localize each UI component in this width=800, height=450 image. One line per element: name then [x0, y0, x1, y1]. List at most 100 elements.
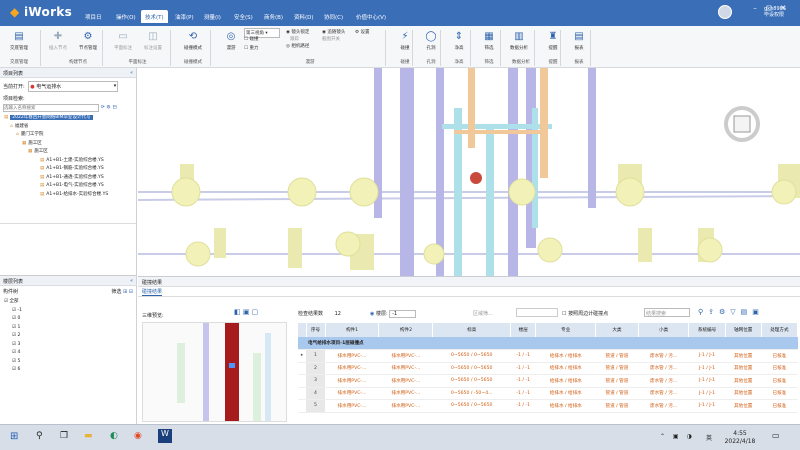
floor-node[interactable]: ☑ -1 [0, 307, 136, 316]
edge-icon[interactable]: ◐ [110, 431, 118, 441]
tree-node[interactable]: ▤ A1+B1-通透-实验综合楼.YS [0, 174, 136, 183]
menu-item-4[interactable]: 测量(I) [200, 10, 225, 23]
clock[interactable]: 4:55 2022/4/18 [720, 430, 760, 446]
ribbon-button-13[interactable]: ▤ 报表 [566, 30, 592, 51]
floor-node[interactable]: ☑ 5 [0, 358, 136, 367]
menu-item-7[interactable]: 资料(D) [290, 10, 318, 23]
tree-node[interactable]: ▤ A1+B1-电气-实验综合楼.YS [0, 182, 136, 191]
floor-node[interactable]: ☑ 1 [0, 324, 136, 333]
settings-button[interactable]: ⚙ 设置 [355, 29, 369, 35]
result-search-input[interactable]: 结果搜索 [644, 308, 690, 317]
column-header[interactable]: 系统编号 [688, 323, 726, 337]
avatar[interactable] [718, 5, 732, 19]
tab-collision-results[interactable]: 碰撞结果 [142, 289, 163, 296]
column-header[interactable]: 轴网位置 [725, 323, 762, 337]
floor-node[interactable]: ☑ 3 [0, 341, 136, 350]
windows-start-icon[interactable]: ⊞ [10, 431, 18, 442]
menu-item-2[interactable]: 技术(T) [141, 10, 168, 23]
menu-item-8[interactable]: 协同(C) [320, 10, 347, 23]
navigation-cube[interactable] [724, 106, 760, 142]
tree-node[interactable]: ▤ A1+B1-土建-实验综合楼.YS [0, 157, 136, 166]
gear-icon[interactable]: ⚙ [106, 105, 110, 111]
maximize-icon[interactable]: ▢ [764, 4, 774, 12]
tree-node[interactable]: ▤ A1+B1-给排水-实验综合楼.YS [0, 191, 136, 200]
folder-icon[interactable]: ▬ [84, 431, 93, 441]
menu-item-9[interactable]: 价值中心(V) [352, 10, 390, 23]
region-select[interactable] [516, 308, 558, 317]
project-search-input[interactable] [3, 104, 99, 112]
expand-icon[interactable]: ⊞ [123, 289, 127, 295]
floor-filter[interactable]: ◉ 楼层: -1 [370, 310, 417, 318]
table-row[interactable]: 3 排水用PVC-... 排水用PVC-... 0~5650 / 0~5650 -1 /… [298, 374, 798, 388]
menu-item-3[interactable]: 油漆(P) [171, 10, 198, 23]
floor-select[interactable]: -1 [389, 310, 417, 318]
tree-node[interactable]: ▤ A1+B1-钢筋-实验综合楼.YS [0, 165, 136, 174]
column-header[interactable]: 小类 [638, 323, 690, 337]
floor-node[interactable]: ☑ 0 [0, 315, 136, 324]
component-tree-tab[interactable]: 构件树 [3, 289, 18, 295]
perimeter-checkbox[interactable]: ☐ 按照周边计碰撞点 [562, 310, 608, 317]
table-row[interactable]: 5 排水用PVC-... 排水用PVC-... 0~5650 / 0~5650 -1 /… [298, 399, 798, 413]
current-open-select[interactable]: ● 电气运排水 ▾ [28, 81, 119, 92]
ribbon-button-2[interactable]: ⚙ 节点管理 [75, 30, 101, 51]
floor-filter-button[interactable]: 筛选 [111, 289, 121, 295]
3d-viewport[interactable] [138, 68, 800, 276]
collision-marker[interactable] [470, 172, 482, 184]
collapse-icon[interactable]: « [130, 70, 133, 76]
column-header[interactable]: 处理方式 [761, 323, 798, 337]
column-header[interactable]: 序号 [306, 323, 326, 337]
tree-node[interactable]: ⌂ 厦门工学院 [0, 131, 136, 140]
refresh-icon[interactable]: ⟳ [101, 105, 105, 111]
tree-node[interactable]: ▦ 施工区 [0, 140, 136, 149]
tray-icons[interactable]: ⌃ ▣ ◑ [660, 433, 695, 440]
ribbon-button-6[interactable]: ◎ 漫游 [218, 30, 244, 51]
ribbon-button-4[interactable]: ◫ 标注设置 [140, 30, 166, 51]
ribbon-button-11[interactable]: ▥ 数据分析 [506, 30, 532, 51]
floor-node[interactable]: ☑ 2 [0, 332, 136, 341]
floor-node[interactable]: ☑ 6 [0, 366, 136, 375]
gravity-checkbox[interactable]: ☐ 重力 [244, 45, 258, 51]
screenshot-toggle[interactable]: 截图开关 [322, 36, 340, 42]
table-row[interactable]: 2 排水用PVC-... 排水用PVC-... 0~5650 / 0~5650 -1 /… [298, 362, 798, 375]
view-mode-icons[interactable]: ◧ ▣ ▢ [234, 308, 258, 316]
column-header[interactable]: 标高 [432, 323, 511, 337]
close-icon[interactable]: ✕ [778, 4, 788, 12]
iworks-taskbar-icon[interactable]: W [158, 429, 172, 443]
task-view-icon[interactable]: ❐ [60, 431, 68, 441]
menu-item-6[interactable]: 商务(B) [260, 10, 287, 23]
column-header[interactable]: 大类 [595, 323, 639, 337]
collision-checkbox[interactable]: ☐ 碰撞 [244, 36, 258, 42]
ribbon-button-9[interactable]: ⇕ 净高 [446, 30, 472, 51]
ribbon-button-12[interactable]: ♜ 提醒 [540, 30, 566, 51]
follow-lens-button[interactable]: ◉ 追随镜头 [322, 29, 345, 35]
column-header[interactable]: 构件2 [378, 323, 434, 337]
minimize-icon[interactable]: – [750, 4, 760, 12]
camera-path-button[interactable]: ◎ 相机路径 [286, 43, 309, 49]
ribbon-button-1[interactable]: ✚ 插入节点 [45, 30, 71, 51]
3d-preview[interactable] [142, 322, 287, 422]
menu-item-0[interactable]: 项目日 [81, 10, 106, 23]
menu-item-1[interactable]: 操作(O) [112, 10, 140, 23]
floor-node[interactable]: ☑ 4 [0, 349, 136, 358]
tree-node[interactable]: ▦ 施工区 [0, 148, 136, 157]
lock-camera-button[interactable]: ◉ 镜头锁定 [286, 29, 309, 35]
tree-node[interactable]: ▤ 2022年春回开会网络BIM毕业设计代写 [0, 114, 136, 123]
collapse-tree-icon[interactable]: ⊟ [129, 289, 133, 295]
column-header[interactable]: 楼层 [510, 323, 537, 337]
ribbon-button-5[interactable]: ⟲ 碰撞模式 [180, 30, 206, 51]
ribbon-button-3[interactable]: ▭ 平面标注 [110, 30, 136, 51]
tree-node[interactable]: ⌂ 福建省 [0, 123, 136, 132]
floor-node[interactable]: ☑ 全部 [0, 298, 136, 307]
search-icon[interactable]: ⚲ [36, 431, 43, 441]
ribbon-button-7[interactable]: ⚡ 碰撞 [392, 30, 418, 51]
notification-icon[interactable]: ▭ [772, 431, 780, 440]
column-header[interactable]: 专业 [535, 323, 597, 337]
chrome-icon[interactable]: ◉ [134, 431, 142, 441]
menu-item-5[interactable]: 安全(S) [230, 10, 257, 23]
table-row[interactable]: ▸ 1 排水用PVC-... 排水用PVC-... 0~5650 / 0~5650 -1 … [298, 349, 798, 363]
follow-button[interactable]: 跟踪 [290, 36, 299, 42]
ribbon-button-10[interactable]: ▦ 筛选 [476, 30, 502, 51]
table-row[interactable]: 4 排水用PVC-... 排水用PVC-... 0~5650 / -50~4... -1… [298, 387, 798, 400]
collapse-all-icon[interactable]: ⊟ [112, 105, 116, 111]
result-tools[interactable]: ⚲⇪⚙▽▤▣ [698, 308, 764, 316]
